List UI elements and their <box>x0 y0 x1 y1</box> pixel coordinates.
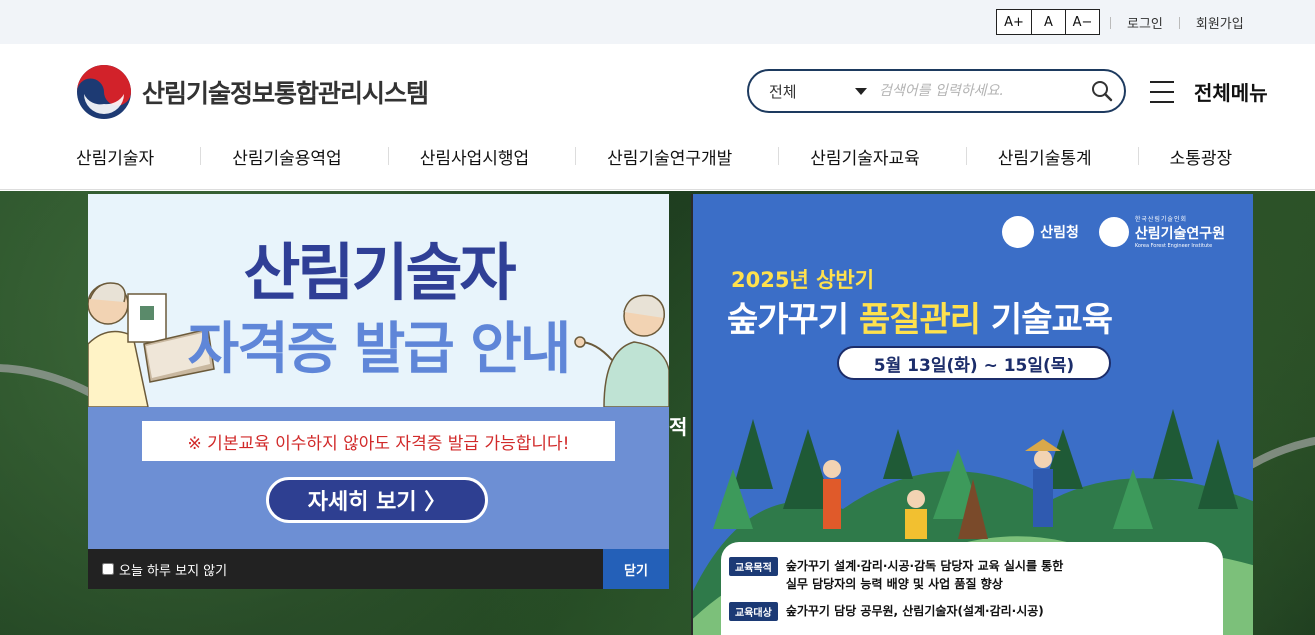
poster-title: 숲가꾸기 품질관리 기술교육 <box>727 292 1113 341</box>
hamburger-icon <box>1150 80 1174 103</box>
info-row-purpose: 교육목적 숲가꾸기 설계·감리·시공·감독 담당자 교육 실시를 통한 실무 담… <box>729 557 1063 593</box>
close-button[interactable]: 닫기 <box>603 549 669 589</box>
popup-title: 산림기술자 <box>243 236 516 309</box>
login-link[interactable]: 로그인 <box>1127 13 1163 32</box>
font-decrease-button[interactable]: A− <box>1065 10 1099 34</box>
title-part: 기술교육 <box>980 300 1113 340</box>
search-bar: 전체 <box>747 69 1126 113</box>
taegeuk-logo-icon <box>77 65 131 119</box>
checkbox[interactable] <box>102 563 114 575</box>
search-button[interactable] <box>1080 71 1124 111</box>
institute-logo: 한국산림기술인회 산림기술연구원 Korea Forest Engineer I… <box>1098 214 1225 249</box>
nav-item-education[interactable]: 산림기술자교육 <box>810 144 919 169</box>
nav-item-forest-engineer[interactable]: 산림기술자 <box>76 144 154 169</box>
caret-down-icon <box>855 88 867 95</box>
all-menu-button[interactable]: 전체메뉴 <box>1150 77 1268 106</box>
search-input[interactable] <box>869 83 1080 99</box>
institute-emblem-icon <box>1098 216 1129 247</box>
divider <box>778 147 780 165</box>
font-reset-button[interactable]: A <box>1031 10 1065 34</box>
nav-item-engineering-service[interactable]: 산림기술용역업 <box>232 144 341 169</box>
dont-show-today-checkbox[interactable]: 오늘 하루 보지 않기 <box>102 560 227 579</box>
divider <box>1178 16 1180 29</box>
search-category-select[interactable]: 전체 <box>749 71 869 111</box>
site-logo[interactable]: 산림기술정보통합관리시스템 <box>76 64 429 120</box>
main-navigation: 산림기술자 산림기술용역업 산림사업시행업 산림기술연구개발 산림기술자교육 산… <box>76 144 1276 169</box>
org-small-name: 한국산림기술인회 <box>1134 216 1187 223</box>
org-name: 산림청 <box>1040 224 1079 241</box>
nav-item-research[interactable]: 산림기술연구개발 <box>607 144 732 169</box>
info-text: 숲가꾸기 담당 공무원, 산림기술자(설계·감리·시공) <box>785 604 1044 618</box>
search-icon <box>1092 81 1113 102</box>
info-row-target: 교육대상 숲가꾸기 담당 공무원, 산림기술자(설계·감리·시공) <box>729 602 1044 621</box>
org-name: 산림기술연구원 <box>1134 226 1225 242</box>
popup-subtitle: 자격증 발급 안내 <box>187 317 572 382</box>
info-text: 실무 담당자의 능력 배양 및 사업 품질 향상 <box>785 577 1003 591</box>
divider <box>965 147 967 165</box>
popup-education-poster[interactable]: 산림청 한국산림기술인회 산림기술연구원 Korea Forest Engine… <box>691 194 1253 635</box>
popup-banner-bottom: ※ 기본교육 이수하지 않아도 자격증 발급 가능합니다! 자세히 보기 〉 <box>88 407 669 549</box>
poster-date: 5월 13일(화) ~ 15일(목) <box>837 346 1111 380</box>
divider <box>1110 16 1111 29</box>
forest-service-logo: 산림청 <box>1002 215 1079 248</box>
font-size-controls: A+ A A− <box>996 9 1100 35</box>
divider <box>575 147 577 165</box>
organization-logos: 산림청 한국산림기술인회 산림기술연구원 Korea Forest Engine… <box>982 214 1225 249</box>
view-details-button[interactable]: 자세히 보기 〉 <box>266 477 488 523</box>
divider <box>387 147 389 165</box>
utility-bar: A+ A A− 로그인 회원가입 <box>0 0 1315 44</box>
divider <box>200 147 202 165</box>
font-increase-button[interactable]: A+ <box>997 10 1031 34</box>
popup-certificate-notice: 산림기술자 자격증 발급 안내 ※ 기본교육 이수하지 않아도 자격증 발급 가… <box>88 194 669 589</box>
divider <box>1137 147 1139 165</box>
popup-footer: 오늘 하루 보지 않기 닫기 <box>88 549 669 589</box>
search-category-value: 전체 <box>769 82 797 101</box>
info-tag: 교육대상 <box>729 602 778 621</box>
popup-banner-top: 산림기술자 자격증 발급 안내 <box>88 194 669 407</box>
site-title: 산림기술정보통합관리시스템 <box>142 79 429 108</box>
dont-show-today-label: 오늘 하루 보지 않기 <box>119 563 228 579</box>
nav-item-statistics[interactable]: 산림기술통계 <box>998 144 1092 169</box>
title-part: 숲가꾸기 <box>727 300 859 340</box>
info-tag: 교육목적 <box>729 557 778 576</box>
account-links: 로그인 회원가입 <box>1110 13 1244 32</box>
info-text: 숲가꾸기 설계·감리·시공·감독 담당자 교육 실시를 통한 <box>785 559 1064 573</box>
org-english-name: Korea Forest Engineer Institute <box>1134 243 1213 249</box>
nav-item-forest-project[interactable]: 산림사업시행업 <box>420 144 529 169</box>
title-highlight: 품질관리 <box>858 300 981 340</box>
forest-service-emblem-icon <box>1002 215 1035 248</box>
nav-item-community[interactable]: 소통광장 <box>1170 144 1233 169</box>
hero-text-fragment: 적 <box>669 415 688 439</box>
signup-link[interactable]: 회원가입 <box>1196 13 1244 32</box>
all-menu-label: 전체메뉴 <box>1194 81 1268 105</box>
popup-notice: ※ 기본교육 이수하지 않아도 자격증 발급 가능합니다! <box>142 421 615 461</box>
poster-year: 2025년 상반기 <box>731 268 875 292</box>
site-header: 산림기술정보통합관리시스템 전체 전체메뉴 산림기술자 산림기술용역업 산림사업… <box>0 44 1315 190</box>
